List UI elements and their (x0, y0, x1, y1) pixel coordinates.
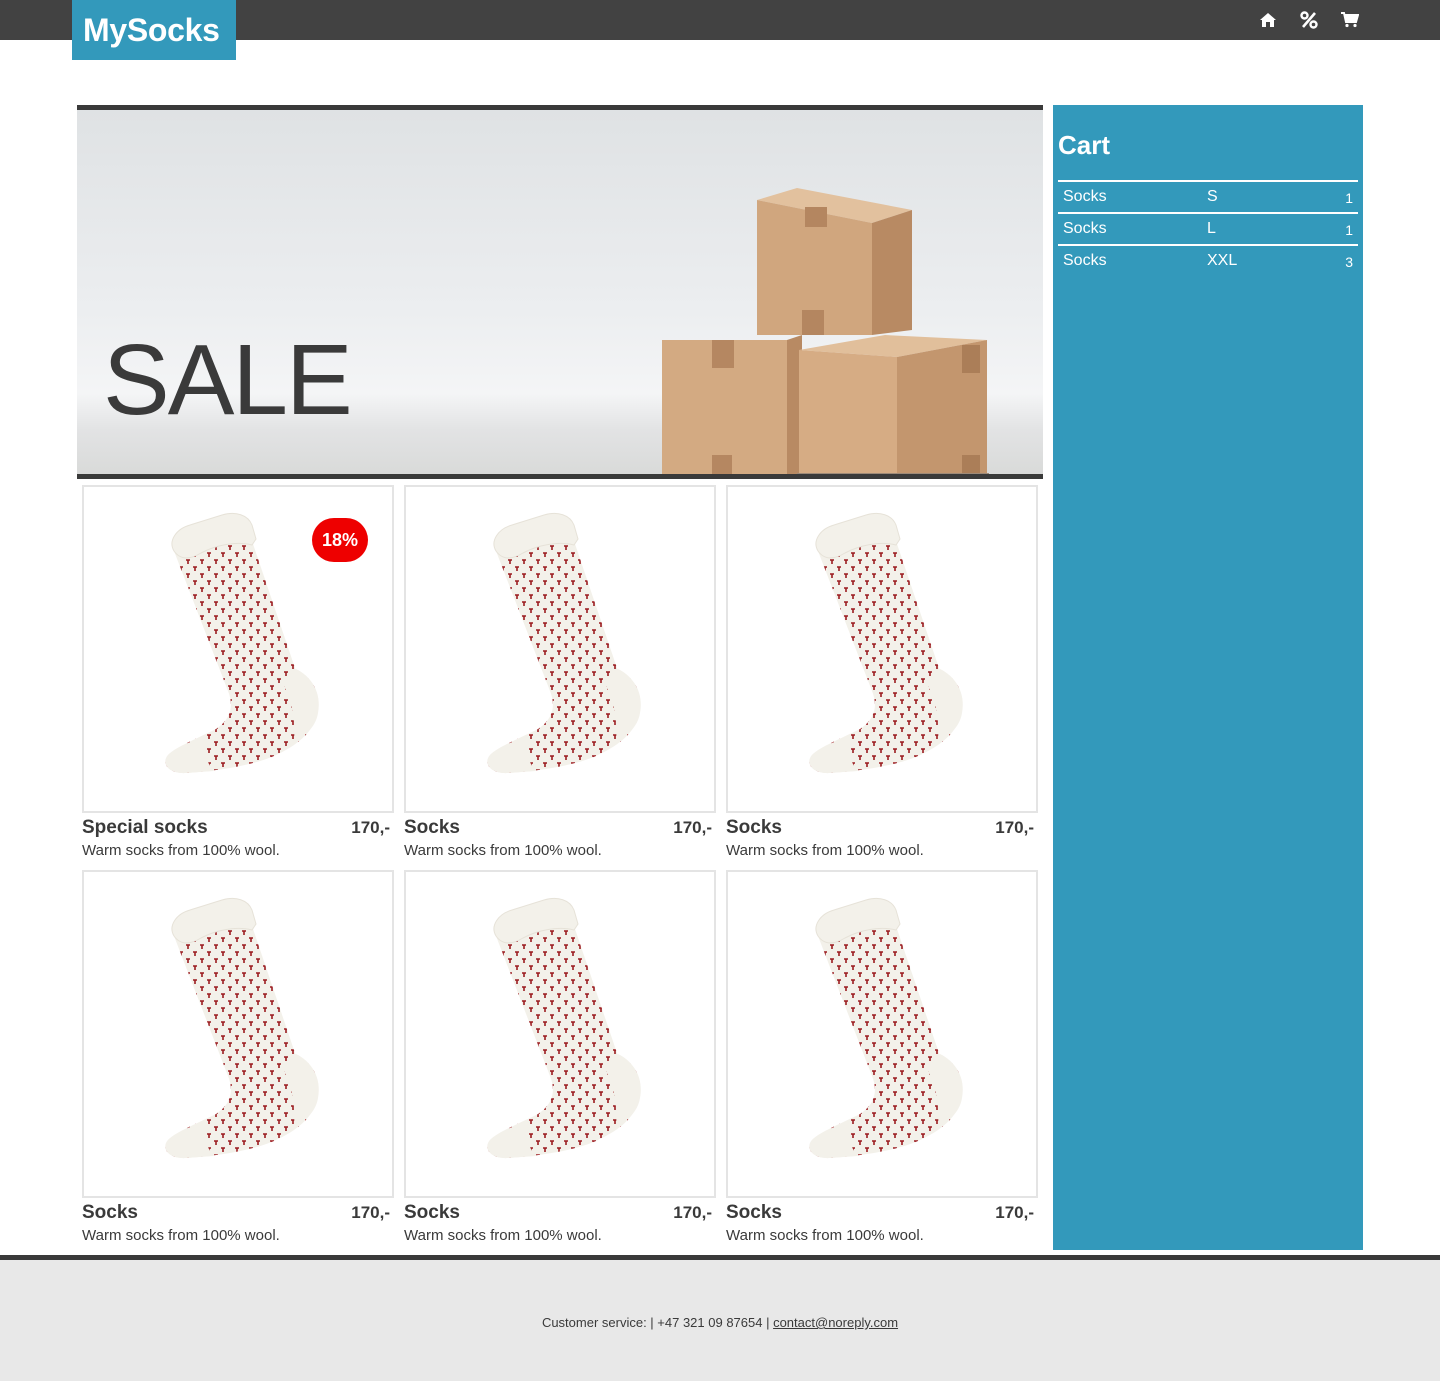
sock-image (164, 512, 320, 774)
product-card[interactable]: Socks 170,- Warm socks from 100% wool. (726, 870, 1038, 1246)
banner-title: SALE (103, 324, 353, 436)
product-image[interactable]: 18% (82, 485, 394, 813)
product-name[interactable]: Socks (82, 1202, 138, 1224)
footer: Customer service: | +47 321 09 87654 | c… (0, 1255, 1440, 1381)
site-logo[interactable]: MySocks (72, 0, 236, 60)
sock-image (808, 897, 964, 1159)
cart-table: Socks S 1 Socks L 1 Socks XXL 3 (1058, 180, 1358, 276)
product-name[interactable]: Socks (726, 817, 782, 839)
percent-icon[interactable] (1299, 9, 1319, 31)
product-card[interactable]: 18% Special socks 170,- Warm socks from … (82, 485, 394, 861)
product-description: Warm socks from 100% wool. (404, 1227, 602, 1244)
product-price: 170,- (995, 818, 1034, 837)
cart-item-name: Socks (1063, 188, 1107, 205)
cart-item-size: S (1207, 188, 1218, 205)
cart-item-name: Socks (1063, 220, 1107, 237)
product-price: 170,- (673, 1203, 712, 1222)
product-name[interactable]: Socks (726, 1202, 782, 1224)
product-name[interactable]: Special socks (82, 817, 208, 839)
cart-item-name: Socks (1063, 252, 1107, 269)
cart-icon[interactable] (1340, 9, 1360, 31)
footer-contact-text: Customer service: | +47 321 09 87654 | (541, 1315, 774, 1330)
discount-badge: 18% (312, 518, 368, 562)
product-image[interactable] (726, 870, 1038, 1198)
sock-image (486, 512, 642, 774)
sock-image (808, 512, 964, 774)
product-description: Warm socks from 100% wool. (82, 1227, 280, 1244)
product-image[interactable] (404, 870, 716, 1198)
product-description: Warm socks from 100% wool. (404, 842, 602, 859)
cart-item-qty: 3 (1345, 254, 1353, 270)
header-nav (1258, 9, 1360, 31)
cart-item-qty: 1 (1345, 222, 1353, 238)
cart-row[interactable]: Socks S 1 (1058, 180, 1358, 212)
cart-item-qty: 1 (1345, 190, 1353, 206)
cart-item-size: L (1207, 220, 1216, 237)
product-description: Warm socks from 100% wool. (726, 1227, 924, 1244)
product-price: 170,- (351, 818, 390, 837)
cardboard-boxes-image (662, 188, 989, 474)
product-description: Warm socks from 100% wool. (82, 842, 280, 859)
cart-item-size: XXL (1207, 252, 1238, 269)
product-image[interactable] (82, 870, 394, 1198)
product-image[interactable] (404, 485, 716, 813)
cart-row[interactable]: Socks XXL 3 (1058, 244, 1358, 276)
product-name[interactable]: Socks (404, 817, 460, 839)
sale-banner: SALE (77, 105, 1043, 479)
sock-image (486, 897, 642, 1159)
product-description: Warm socks from 100% wool. (726, 842, 924, 859)
product-image[interactable] (726, 485, 1038, 813)
home-icon[interactable] (1258, 9, 1278, 31)
sock-image (164, 897, 320, 1159)
product-price: 170,- (351, 1203, 390, 1222)
cart-sidebar: Cart Socks S 1 Socks L 1 Socks XXL 3 (1053, 105, 1363, 1250)
cart-title: Cart (1058, 130, 1111, 160)
cart-row[interactable]: Socks L 1 (1058, 212, 1358, 244)
product-price: 170,- (673, 818, 712, 837)
product-card[interactable]: Socks 170,- Warm socks from 100% wool. (726, 485, 1038, 861)
product-card[interactable]: Socks 170,- Warm socks from 100% wool. (404, 485, 716, 861)
product-card[interactable]: Socks 170,- Warm socks from 100% wool. (404, 870, 716, 1246)
product-price: 170,- (995, 1203, 1034, 1222)
footer-contact: Customer service: | +47 321 09 87654 | c… (0, 1315, 1440, 1330)
product-name[interactable]: Socks (404, 1202, 460, 1224)
product-card[interactable]: Socks 170,- Warm socks from 100% wool. (82, 870, 394, 1246)
contact-email-link[interactable]: contact@noreply.com (773, 1315, 898, 1330)
